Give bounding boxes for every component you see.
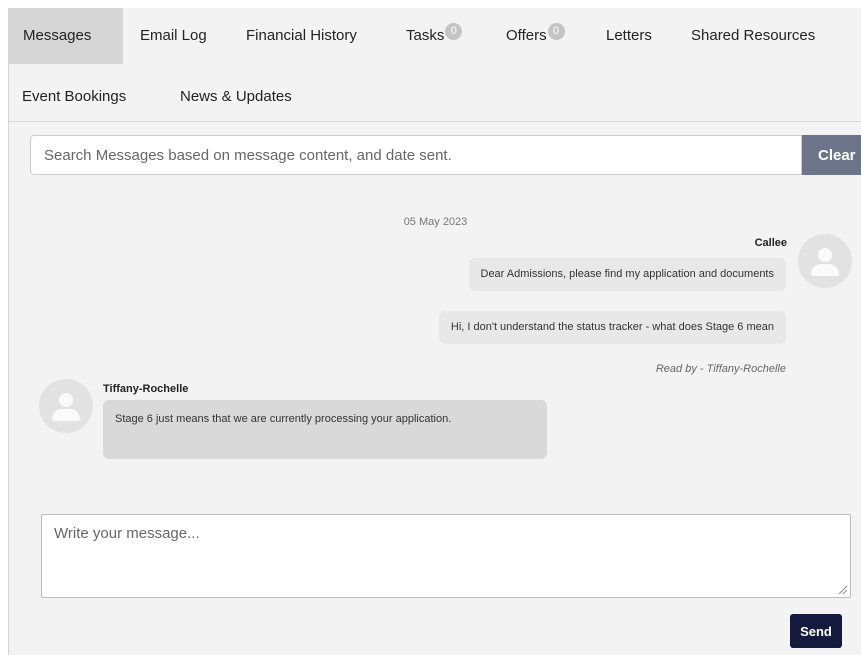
tab-label: Email Log (140, 27, 207, 44)
send-button[interactable]: Send (790, 614, 842, 648)
tab-label: Financial History (246, 27, 357, 44)
avatar (39, 379, 93, 433)
search-input[interactable] (30, 135, 802, 175)
tab-bar: Messages Email Log Financial History Tas… (9, 8, 861, 122)
user-icon-body (811, 264, 839, 276)
incoming-sender-name: Tiffany-Rochelle (103, 383, 189, 395)
tab-label: News & Updates (180, 88, 292, 105)
tab-label: Letters (606, 27, 652, 44)
offers-count-badge: 0 (547, 23, 565, 40)
outgoing-message-bubble: Hi, I don't understand the status tracke… (438, 311, 786, 344)
avatar (798, 234, 852, 288)
tab-letters[interactable]: Letters (606, 8, 652, 64)
outgoing-message-bubble: Dear Admissions, please find my applicat… (468, 258, 786, 291)
message-input[interactable] (41, 514, 851, 598)
conversation-date: 05 May 2023 (403, 216, 468, 228)
messages-panel: Messages Email Log Financial History Tas… (8, 8, 861, 655)
tab-label: Tasks (406, 27, 445, 44)
message-text: Stage 6 just means that we are currently… (115, 413, 452, 425)
tab-messages[interactable]: Messages (9, 8, 123, 64)
tasks-count-badge: 0 (445, 23, 463, 40)
tab-label: Event Bookings (22, 88, 127, 105)
tab-label: Messages (23, 27, 92, 44)
read-receipt: Read by - Tiffany-Rochelle (655, 363, 786, 375)
user-icon-body (52, 409, 80, 421)
tab-event-bookings[interactable]: Event Bookings (22, 69, 126, 125)
tab-offers[interactable]: Offers 0 (506, 8, 565, 64)
incoming-message-bubble: Stage 6 just means that we are currently… (103, 400, 547, 459)
tab-label: Shared Resources (691, 27, 816, 44)
user-icon (59, 393, 73, 407)
tab-email-log[interactable]: Email Log (140, 8, 207, 64)
tab-news-updates[interactable]: News & Updates (180, 69, 292, 125)
tab-tasks[interactable]: Tasks 0 (406, 8, 463, 64)
clear-button[interactable]: Clear (802, 135, 861, 175)
message-text: Dear Admissions, please find my applicat… (480, 268, 775, 280)
message-text: Hi, I don't understand the status tracke… (450, 321, 774, 333)
tab-label: Offers (506, 27, 547, 44)
user-icon (818, 248, 832, 262)
tab-financial-history[interactable]: Financial History (246, 8, 357, 64)
outgoing-sender-name: Callee (754, 237, 787, 249)
tab-shared-resources[interactable]: Shared Resources (691, 8, 815, 64)
resize-handle-icon[interactable] (836, 583, 848, 595)
